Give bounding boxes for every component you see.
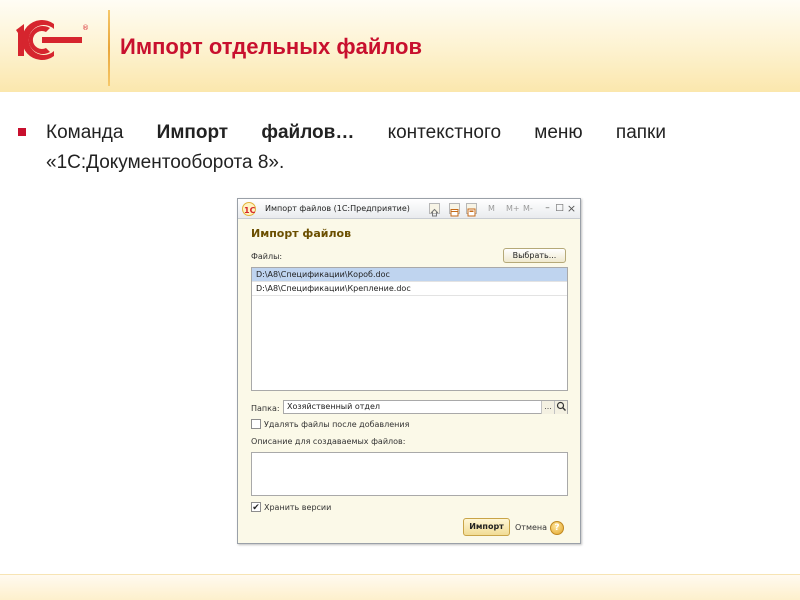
description-textarea[interactable]: [251, 452, 568, 496]
folder-value: Хозяйственный отдел: [287, 402, 380, 411]
window-titlebar[interactable]: 1С Импорт файлов (1С:Предприятие) M M+ M…: [238, 199, 580, 219]
delete-after-label: Удалять файлы после добавления: [264, 420, 410, 429]
delete-after-checkbox[interactable]: [251, 419, 261, 429]
bullet-command: Импорт файлов…: [156, 122, 355, 143]
list-item[interactable]: D:\A8\Спецификации\Крепление.doc: [252, 282, 567, 296]
files-label: Файлы:: [251, 252, 283, 261]
slide-footer: [0, 574, 800, 600]
cancel-button[interactable]: Отмена: [515, 523, 547, 532]
import-button[interactable]: Импорт: [463, 518, 510, 536]
svg-text:1С: 1С: [244, 206, 255, 214]
slide-title: Импорт отдельных файлов: [120, 34, 423, 59]
close-button[interactable]: ×: [566, 203, 577, 214]
select-files-button[interactable]: Выбрать...: [503, 248, 566, 263]
memory-button-m-plus[interactable]: M+: [506, 204, 520, 213]
folder-field[interactable]: Хозяйственный отдел ...: [283, 400, 568, 414]
bullet-marker: [18, 128, 26, 136]
folder-label: Папка:: [251, 404, 280, 413]
bullet-prefix: Команда: [46, 122, 157, 143]
keep-versions-label: Хранить версии: [264, 503, 332, 512]
keep-versions-checkbox[interactable]: ✔: [251, 502, 261, 512]
help-icon[interactable]: ?: [550, 521, 564, 535]
memory-button-m-minus[interactable]: M-: [523, 204, 533, 213]
description-label: Описание для создаваемых файлов:: [251, 437, 406, 446]
header-divider: [108, 10, 110, 86]
import-files-window: 1С Импорт файлов (1С:Предприятие) M M+ M…: [237, 198, 581, 544]
maximize-button[interactable]: □: [554, 203, 565, 214]
home-icon[interactable]: [429, 203, 440, 217]
files-list[interactable]: D:\A8\Спецификации\Короб.doc D:\A8\Специ…: [251, 267, 568, 391]
svg-text:®: ®: [82, 24, 89, 32]
folder-select-button[interactable]: ...: [541, 401, 554, 414]
search-icon[interactable]: [554, 401, 567, 414]
memory-button-m[interactable]: M: [488, 204, 495, 213]
app-logo-icon: 1С: [242, 202, 256, 216]
list-item[interactable]: D:\A8\Спецификации\Короб.doc: [252, 268, 567, 282]
calendar-icon[interactable]: [449, 203, 460, 217]
form-title: Импорт файлов: [251, 227, 352, 240]
window-title: Импорт файлов (1С:Предприятие): [265, 204, 410, 213]
bullet-text: Команда Импорт файлов… контекстного меню…: [46, 118, 666, 178]
1c-logo-icon: ®: [16, 20, 89, 61]
calculator-icon[interactable]: [466, 203, 477, 217]
minimize-button[interactable]: –: [542, 203, 553, 214]
